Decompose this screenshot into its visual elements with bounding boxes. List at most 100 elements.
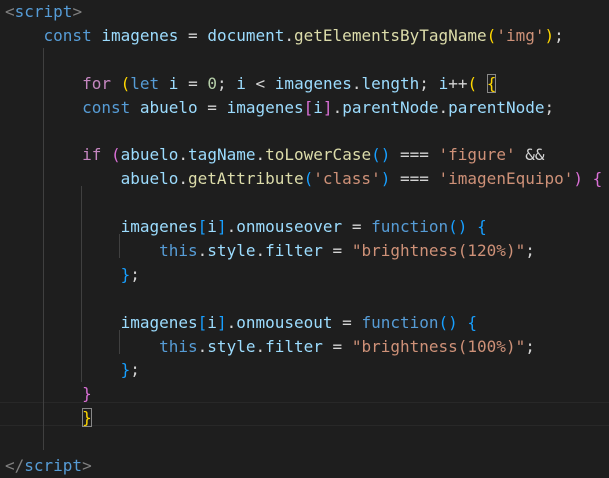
code-token: const [43, 26, 92, 45]
code-token: } [120, 265, 131, 284]
code-token: toLowerCase [265, 145, 372, 164]
code-token: } [120, 360, 131, 379]
code-token: } [82, 408, 92, 427]
code-token: function [361, 313, 439, 332]
code-line[interactable]: if (abuelo.tagName.toLowerCase() === 'fi… [5, 143, 545, 167]
code-token: imagenes [274, 74, 352, 93]
code-token: . [351, 74, 362, 93]
code-line[interactable]: this.style.filter = "brightness(100%)"; [5, 335, 535, 359]
code-token: this [159, 241, 198, 260]
code-token: style [207, 337, 256, 356]
code-token: < [5, 2, 15, 21]
code-line[interactable]: const abuelo = imagenes[i].parentNode.pa… [5, 96, 554, 120]
code-token: && [515, 145, 545, 164]
code-token: { [467, 313, 478, 332]
code-token: > [72, 2, 83, 21]
code-token: 0 [207, 74, 217, 93]
code-line[interactable]: </script> [5, 454, 92, 478]
code-line[interactable]: } [5, 406, 92, 430]
code-token: = [178, 26, 208, 45]
code-token: ; [544, 98, 555, 117]
code-line[interactable]: this.style.filter = "brightness(120%)"; [5, 239, 535, 263]
code-token: . [255, 241, 266, 260]
code-token: ; [554, 26, 564, 45]
code-line[interactable]: imagenes[i].onmouseover = function() { [5, 215, 487, 239]
code-token: i [236, 74, 246, 93]
code-token: ++ [448, 74, 468, 93]
code-token: ; [419, 74, 439, 93]
code-token: () [448, 217, 468, 236]
code-token: "brightness(100%)" [351, 337, 526, 356]
code-line[interactable]: }; [5, 358, 140, 382]
code-token: imagenes [226, 98, 304, 117]
code-token: let [130, 74, 160, 93]
code-token: abuelo [139, 98, 198, 117]
code-token: parentNode [342, 98, 439, 117]
code-token: . [255, 337, 266, 356]
code-token: = [322, 241, 352, 260]
code-token: length [361, 74, 420, 93]
code-line[interactable]: }; [5, 263, 140, 287]
code-token: i [438, 74, 449, 93]
code-token: . [226, 313, 237, 332]
code-token: 'class' [313, 169, 381, 188]
code-token: . [438, 98, 449, 117]
code-token: function [371, 217, 449, 236]
code-token: ) [573, 169, 584, 188]
code-token: document [207, 26, 285, 45]
code-token: . [178, 145, 189, 164]
code-token: () [438, 313, 458, 332]
code-token: getElementsByTagName [294, 26, 487, 45]
code-token: parentNode [448, 98, 545, 117]
code-editor[interactable]: <script> const imagenes = document.getEl… [0, 0, 609, 478]
code-line[interactable]: abuelo.getAttribute('class') === 'imagen… [5, 167, 603, 191]
code-token: = [178, 74, 208, 93]
code-token: { [592, 169, 603, 188]
code-token: ] [322, 98, 333, 117]
code-token: < [245, 74, 275, 93]
code-token: abuelo [120, 145, 179, 164]
code-line[interactable]: <script> [5, 0, 82, 24]
code-token: tagName [188, 145, 256, 164]
code-line[interactable]: const imagenes = document.getElementsByT… [5, 24, 564, 48]
code-token: . [226, 217, 237, 236]
code-token: === [390, 169, 439, 188]
code-token: ; [130, 265, 140, 284]
code-line[interactable]: } [5, 382, 92, 406]
code-token: . [284, 26, 295, 45]
code-token: ( [303, 169, 314, 188]
code-line[interactable]: imagenes[i].onmouseout = function() { [5, 311, 477, 335]
code-line[interactable]: for (let i = 0; i < imagenes.length; i++… [5, 72, 497, 96]
code-token: script [14, 2, 73, 21]
code-token: ( [467, 74, 478, 93]
code-token: = [342, 217, 372, 236]
code-token: </ [5, 456, 25, 475]
code-token: const [82, 98, 131, 117]
code-token: 'imagenEquipo' [438, 169, 574, 188]
code-token: } [82, 384, 92, 403]
code-token: ) [380, 169, 391, 188]
code-token: ] [216, 313, 227, 332]
code-token: getAttribute [188, 169, 304, 188]
code-token: . [178, 169, 189, 188]
code-token: imagenes [120, 217, 198, 236]
code-token: i [207, 217, 217, 236]
code-token: onmouseover [236, 217, 343, 236]
code-token: [ [197, 217, 208, 236]
code-token: . [332, 98, 343, 117]
